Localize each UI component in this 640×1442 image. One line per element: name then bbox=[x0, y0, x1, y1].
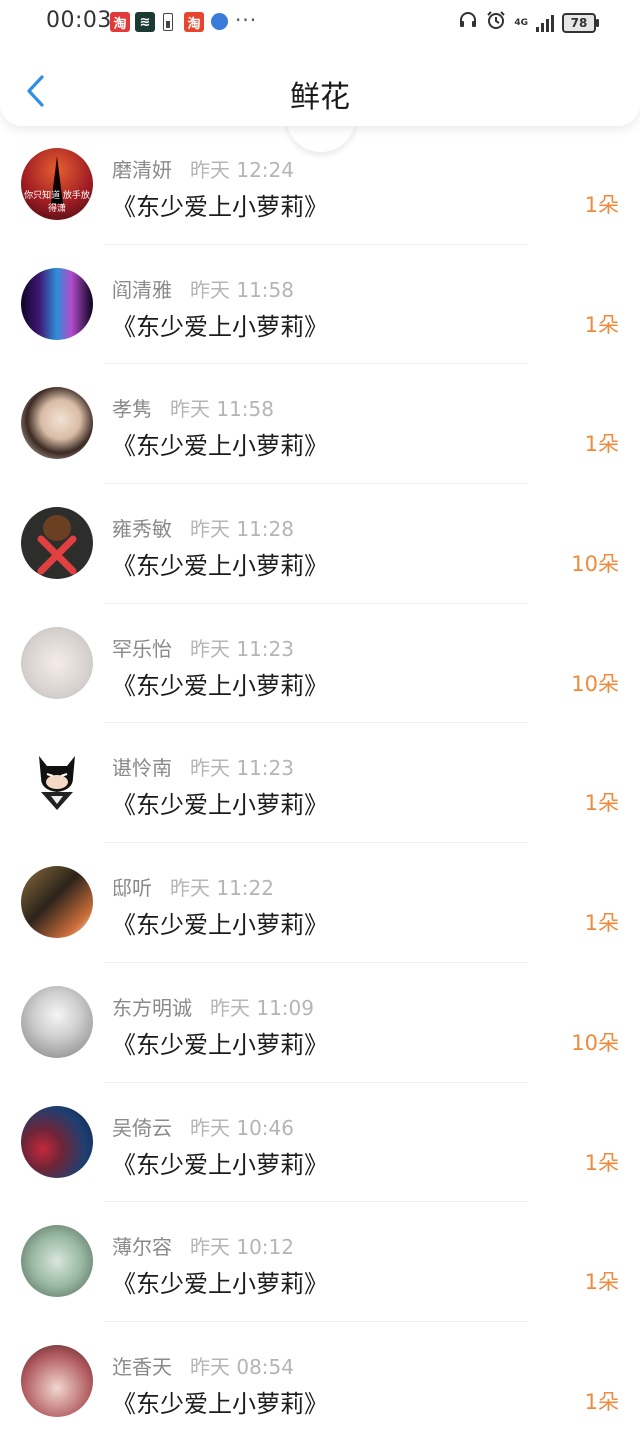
flower-count: 10朵 bbox=[571, 1030, 619, 1055]
list-item[interactable]: 东方明诚 昨天 11:09 《东少爱上小萝莉》 10朵 bbox=[0, 963, 640, 1083]
timestamp: 昨天 11:58 bbox=[190, 277, 294, 302]
list-item[interactable]: 迮香天 昨天 08:54 《东少爱上小萝莉》 1朵 bbox=[0, 1322, 640, 1442]
timestamp: 昨天 11:22 bbox=[170, 876, 274, 901]
more-notifications-icon: ··· bbox=[235, 8, 258, 32]
flower-count: 1朵 bbox=[584, 1150, 619, 1175]
battery-alert-icon bbox=[162, 12, 174, 32]
avatar: 你只知道 放手放得潇 bbox=[21, 148, 93, 220]
user-name: 阎清雅 bbox=[112, 277, 172, 302]
avatar bbox=[21, 746, 93, 819]
list-item[interactable]: 谌怜南 昨天 11:23 《东少爱上小萝莉》 1朵 bbox=[0, 723, 640, 844]
flower-count: 1朵 bbox=[584, 791, 619, 816]
user-name: 谌怜南 bbox=[112, 756, 172, 781]
user-name: 雍秀敏 bbox=[112, 517, 172, 542]
header: 00:03 淘 ≋ 淘 ··· 4G 78 鲜花 bbox=[0, 0, 640, 126]
list-item[interactable]: 孝隽 昨天 11:58 《东少爱上小萝莉》 1朵 bbox=[0, 364, 640, 485]
flower-count: 1朵 bbox=[584, 193, 619, 217]
user-name: 吴倚云 bbox=[112, 1115, 172, 1140]
avatar bbox=[21, 985, 93, 1058]
signal-icon bbox=[536, 14, 554, 32]
timestamp: 昨天 11:23 bbox=[190, 636, 294, 661]
timestamp: 昨天 08:54 bbox=[190, 1354, 294, 1379]
book-title: 《东少爱上小萝莉》 bbox=[112, 791, 328, 820]
timestamp: 昨天 12:24 bbox=[190, 158, 294, 182]
book-title: 《东少爱上小萝莉》 bbox=[112, 1030, 328, 1059]
user-name: 邸听 bbox=[112, 876, 152, 901]
book-title: 《东少爱上小萝莉》 bbox=[112, 1270, 328, 1299]
flower-count: 1朵 bbox=[584, 1270, 619, 1295]
book-title: 《东少爱上小萝莉》 bbox=[112, 552, 328, 581]
title-bar: 鲜花 bbox=[0, 60, 640, 122]
book-title: 《东少爱上小萝莉》 bbox=[112, 1150, 328, 1179]
flower-count: 1朵 bbox=[584, 312, 619, 337]
flower-count: 1朵 bbox=[584, 432, 619, 457]
page-title: 鲜花 bbox=[290, 80, 350, 115]
flower-list: 你只知道 放手放得潇 磨清妍 昨天 12:24 《东少爱上小萝莉》 1朵 阎清雅昨… bbox=[0, 125, 640, 1442]
timestamp: 昨天 11:09 bbox=[210, 995, 314, 1020]
timestamp: 昨天 10:12 bbox=[190, 1235, 294, 1260]
avatar bbox=[21, 1105, 93, 1178]
user-name: 东方明诚 bbox=[112, 995, 192, 1020]
avatar bbox=[21, 507, 93, 580]
list-item[interactable]: 罕乐怡 昨天 11:23 《东少爱上小萝莉》 10朵 bbox=[0, 604, 640, 724]
avatar bbox=[21, 1225, 93, 1298]
battery-level: 78 bbox=[570, 16, 588, 30]
timestamp: 昨天 10:46 bbox=[190, 1115, 294, 1140]
avatar bbox=[21, 387, 93, 460]
book-title: 《东少爱上小萝莉》 bbox=[112, 312, 328, 341]
avatar bbox=[21, 267, 93, 340]
battery-icon: 78 bbox=[562, 13, 599, 33]
user-name: 罕乐怡 bbox=[112, 636, 172, 661]
status-bar: 00:03 淘 ≋ 淘 ··· 4G 78 bbox=[0, 0, 640, 44]
timestamp: 昨天 11:28 bbox=[190, 517, 294, 542]
alarm-clock-icon bbox=[486, 10, 506, 36]
book-title: 《东少爱上小萝莉》 bbox=[112, 432, 328, 461]
headphones-icon bbox=[458, 10, 478, 36]
avatar bbox=[21, 1344, 93, 1417]
app-dark-green-icon: ≋ bbox=[135, 12, 155, 32]
user-name: 孝隽 bbox=[112, 397, 152, 422]
flower-count: 1朵 bbox=[584, 1389, 619, 1414]
network-type: 4G bbox=[514, 17, 528, 28]
book-title: 《东少爱上小萝莉》 bbox=[112, 671, 328, 700]
avatar bbox=[21, 626, 93, 699]
status-time: 00:03 bbox=[46, 8, 112, 33]
user-name: 迮香天 bbox=[112, 1354, 172, 1379]
taobao-icon: 淘 bbox=[184, 12, 204, 32]
book-title: 《东少爱上小萝莉》 bbox=[112, 1389, 328, 1418]
flower-count: 1朵 bbox=[584, 911, 619, 936]
book-title: 《东少爱上小萝莉》 bbox=[112, 193, 328, 221]
list-item[interactable]: 邸听 昨天 11:22 《东少爱上小萝莉》 1朵 bbox=[0, 843, 640, 963]
status-right: 4G 78 bbox=[458, 10, 599, 36]
flower-count: 10朵 bbox=[571, 552, 619, 577]
book-title: 《东少爱上小萝莉》 bbox=[112, 911, 328, 940]
list-item[interactable]: 雍秀敏 昨天 11:28 《东少爱上小萝莉》 10朵 bbox=[0, 484, 640, 604]
timestamp: 昨天 11:58 bbox=[170, 397, 274, 422]
user-name: 薄尔容 bbox=[112, 1235, 172, 1260]
avatar bbox=[21, 866, 93, 939]
list-item[interactable]: 薄尔容 昨天 10:12 《东少爱上小萝莉》 1朵 bbox=[0, 1202, 640, 1322]
timestamp: 昨天 11:23 bbox=[190, 756, 294, 781]
list-item[interactable]: 阎清雅 昨天 11:58 《东少爱上小萝莉》 1朵 bbox=[0, 245, 640, 365]
flower-count: 10朵 bbox=[571, 671, 619, 696]
browser-globe-icon bbox=[211, 13, 228, 30]
user-name: 磨清妍 bbox=[112, 158, 172, 182]
list-item[interactable]: 吴倚云 昨天 10:46 《东少爱上小萝莉》 1朵 bbox=[0, 1083, 640, 1203]
taobao-red-icon: 淘 bbox=[110, 12, 130, 32]
